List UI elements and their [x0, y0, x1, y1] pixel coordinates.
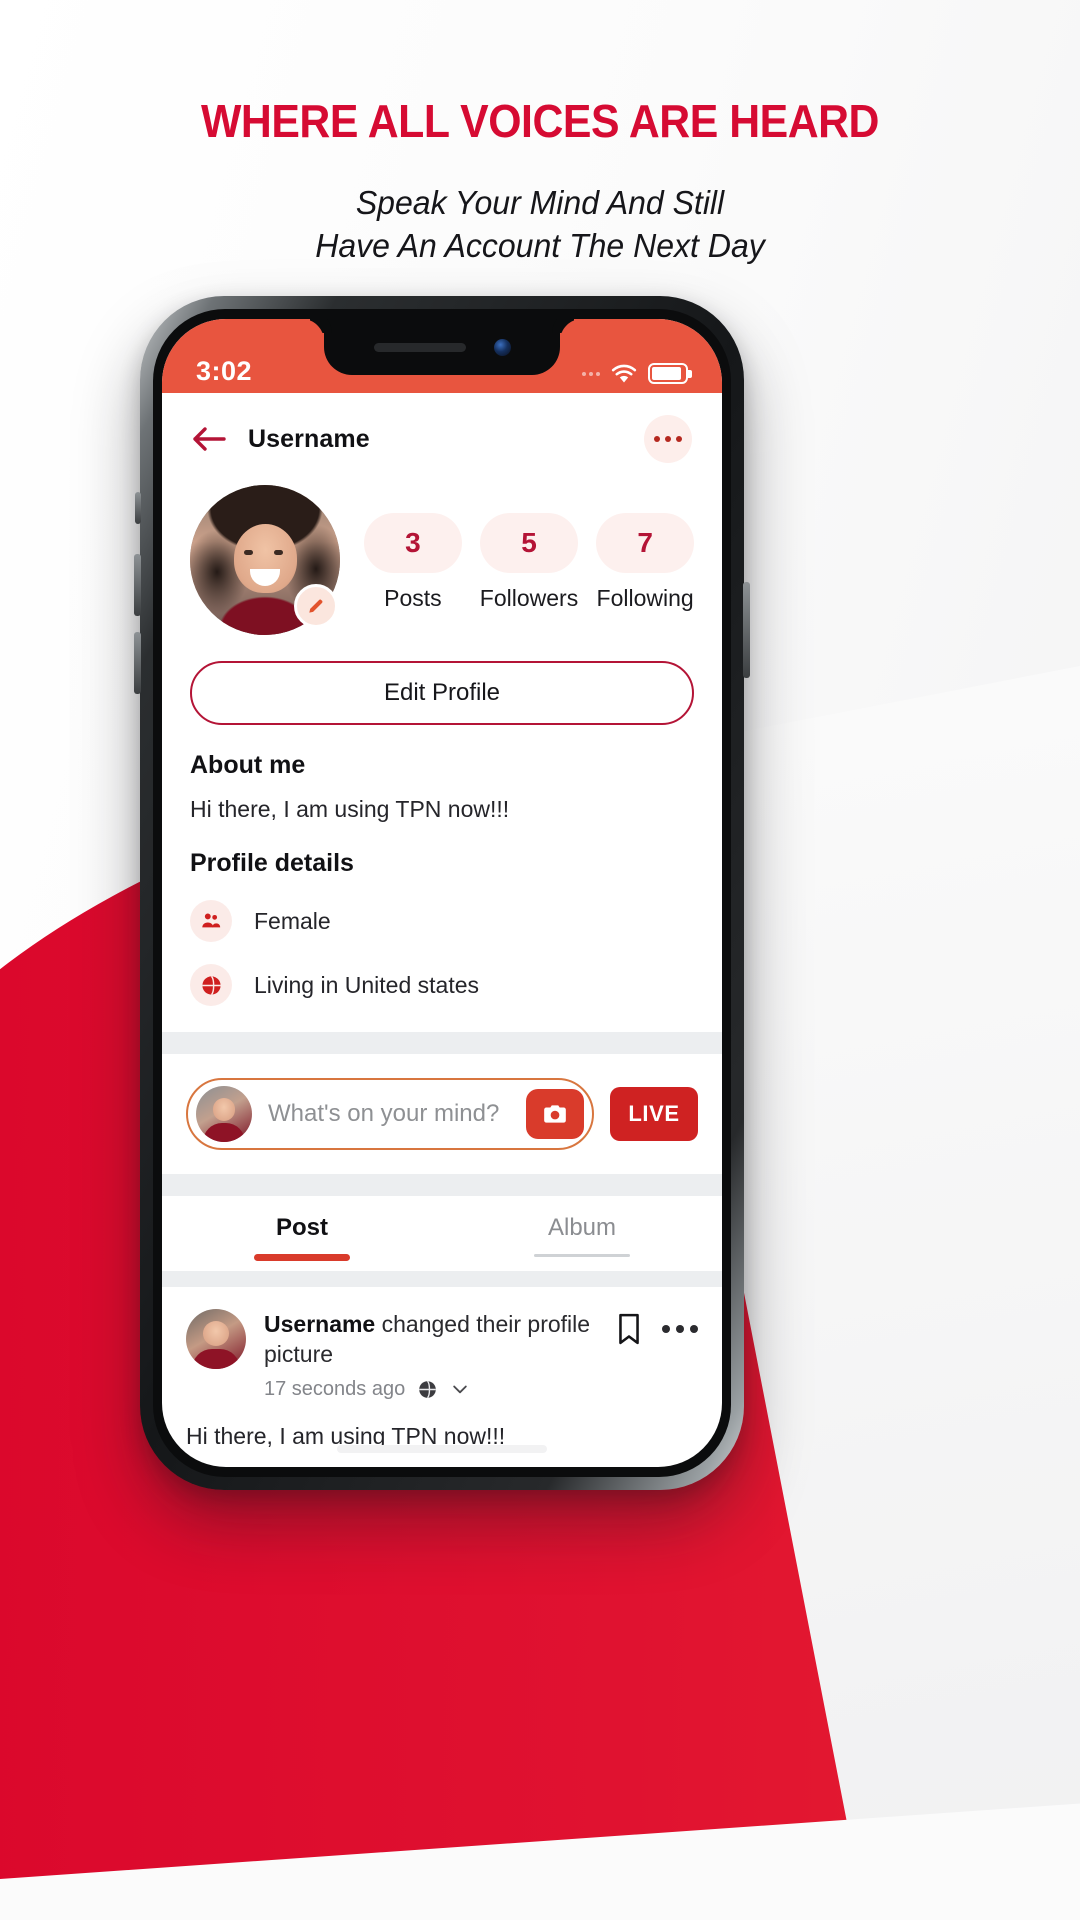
power-button[interactable]: [743, 582, 750, 678]
composer-avatar: [196, 1086, 252, 1142]
pencil-icon[interactable]: [294, 584, 338, 628]
volume-down-button[interactable]: [134, 632, 141, 694]
page-title: Username: [248, 424, 370, 453]
profile-summary: 3 Posts 5 Followers 7 Following: [162, 479, 722, 635]
post-composer: What's on your mind? LIVE: [162, 1054, 722, 1174]
globe-icon: [419, 1380, 437, 1399]
gender-icon: [190, 900, 232, 942]
post-author[interactable]: Username: [264, 1311, 375, 1337]
volume-up-button[interactable]: [134, 554, 141, 616]
globe-location-icon: [190, 964, 232, 1006]
home-indicator: [337, 1445, 547, 1453]
device-notch: [324, 319, 560, 375]
promo-headline: WHERE ALL VOICES ARE HEARD: [201, 95, 879, 147]
stat-label: Following: [596, 585, 694, 611]
tab-album[interactable]: Album: [442, 1214, 722, 1271]
stat-followers[interactable]: 5 Followers: [479, 513, 579, 612]
promo-text-block: WHERE ALL VOICES ARE HEARD Speak Your Mi…: [0, 96, 1080, 268]
stat-value: 3: [405, 527, 421, 558]
front-camera-icon: [493, 338, 511, 356]
gender-glyph: [202, 913, 221, 928]
detail-row-gender: Female: [190, 900, 694, 942]
live-button[interactable]: LIVE: [610, 1087, 698, 1141]
mute-switch[interactable]: [135, 492, 141, 524]
globe-glyph: [201, 975, 221, 995]
stat-label: Posts: [384, 585, 442, 611]
about-section: About me Hi there, I am using TPN now!!!…: [162, 751, 722, 1006]
post-avatar[interactable]: [186, 1309, 246, 1369]
phone-screen: 3:02 Username 3 Posts 5 Followers 7 Foll…: [162, 319, 722, 1467]
status-bar-icons: [582, 363, 692, 387]
avatar[interactable]: [190, 485, 340, 635]
wifi-icon: [611, 364, 637, 382]
profile-stats: 3 Posts 5 Followers 7 Following: [346, 485, 695, 612]
camera-glyph: [544, 1105, 566, 1123]
post-timestamp: 17 seconds ago: [264, 1377, 406, 1400]
tab-label: Album: [547, 1214, 617, 1241]
section-divider-2: [162, 1174, 722, 1196]
post-meta: Username changed their profile picture 1…: [264, 1309, 598, 1401]
post-more-icon[interactable]: [662, 1325, 698, 1333]
feed-post-header: Username changed their profile picture 1…: [162, 1287, 722, 1401]
promo-subheadline-line-2: Have An Account The Next Day: [315, 227, 765, 265]
status-bar-time: 3:02: [196, 356, 253, 386]
promo-subheadline-line-1: Speak Your Mind And Still: [355, 183, 725, 221]
post-author-action: Username changed their profile picture: [264, 1309, 598, 1370]
post-actions: [616, 1309, 698, 1345]
tab-inactive-underline: [534, 1254, 630, 1257]
post-body-text: Hi there, I am using TPN now!!!: [186, 1422, 506, 1449]
stat-label: Followers: [479, 585, 579, 611]
edit-profile-button[interactable]: Edit Profile: [190, 661, 694, 725]
phone-bezel: 3:02 Username 3 Posts 5 Followers 7 Foll…: [153, 309, 731, 1477]
earpiece-speaker: [373, 342, 466, 352]
detail-text: Female: [254, 907, 331, 934]
status-bar: 3:02: [162, 319, 722, 393]
composer-input-pill[interactable]: What's on your mind?: [186, 1078, 594, 1150]
profile-tabs: Post Album: [162, 1196, 722, 1271]
tab-active-underline: [254, 1254, 350, 1261]
composer-placeholder: What's on your mind?: [268, 1100, 500, 1127]
tab-post[interactable]: Post: [162, 1214, 442, 1271]
tab-label: Post: [275, 1214, 328, 1241]
more-options-icon[interactable]: [644, 415, 692, 463]
chevron-down-icon[interactable]: [450, 1379, 470, 1399]
about-text: Hi there, I am using TPN now!!!: [190, 796, 510, 822]
about-title: About me: [190, 751, 306, 779]
profile-details-title: Profile details: [190, 849, 354, 877]
signal-dots-icon: [582, 371, 600, 376]
app-header: Username: [162, 393, 722, 479]
stat-posts[interactable]: 3 Posts: [364, 513, 462, 612]
feed-divider: [162, 1271, 722, 1287]
detail-row-location: Living in United states: [190, 964, 694, 1006]
stat-value: 5: [521, 527, 537, 558]
promo-subheadline: Speak Your Mind And Still Have An Accoun…: [16, 181, 1064, 269]
back-arrow-icon[interactable]: [192, 425, 226, 453]
bookmark-icon[interactable]: [616, 1313, 642, 1345]
section-divider: [162, 1032, 722, 1054]
stat-following[interactable]: 7 Following: [596, 513, 695, 612]
phone-mockup: 3:02 Username 3 Posts 5 Followers 7 Foll…: [134, 296, 750, 1490]
camera-icon[interactable]: [526, 1089, 584, 1139]
battery-icon: [648, 363, 692, 384]
detail-text: Living in United states: [254, 971, 480, 998]
stat-value: 7: [637, 527, 653, 558]
pencil-glyph: [309, 599, 323, 613]
post-submeta: 17 seconds ago: [264, 1378, 598, 1401]
